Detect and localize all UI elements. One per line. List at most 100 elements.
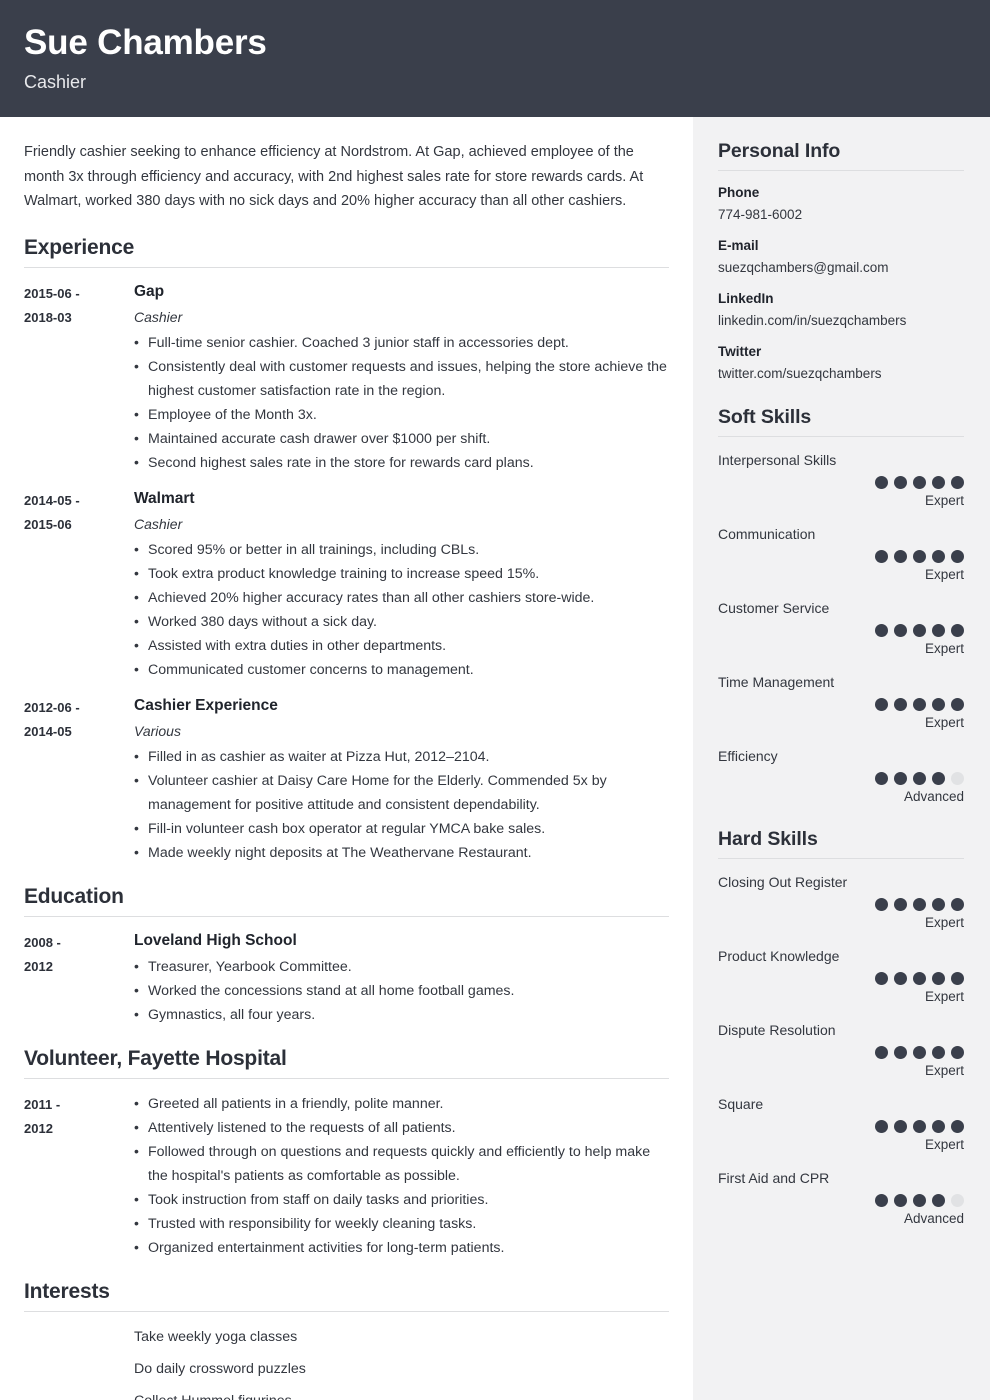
bullet-item: Greeted all patients in a friendly, poli… <box>134 1091 669 1116</box>
skill-item: Dispute Resolution Expert <box>718 1019 964 1080</box>
bullet-item: Filled in as cashier as waiter at Pizza … <box>134 744 669 769</box>
entry-date-from: 2014-05 - <box>24 492 80 508</box>
bullet-item: Attentively listened to the requests of … <box>134 1115 669 1140</box>
section-heading-experience: Experience <box>24 236 669 268</box>
rating-dot-filled-icon <box>913 972 926 985</box>
skill-name: Efficiency <box>718 748 778 764</box>
entry-row: 2014-05 - 2015-06 Walmart Cashier Scored 95%… <box>24 488 669 682</box>
section-heading-hard-skills: Hard Skills <box>718 828 964 859</box>
rating-dot-filled-icon <box>875 1194 888 1207</box>
skill-rating-dots <box>718 1046 964 1059</box>
rating-dot-filled-icon <box>875 972 888 985</box>
skill-item: Efficiency Advanced <box>718 745 964 806</box>
soft-skills-items: Interpersonal Skills Expert Communication E… <box>718 449 964 806</box>
entry-body: Cashier Experience Various Filled in as ca… <box>134 695 669 865</box>
rating-dot-filled-icon <box>951 1046 964 1059</box>
candidate-name: Sue Chambers <box>24 23 267 62</box>
entry-role: Cashier <box>134 515 183 532</box>
entry-dates: 2015-06 - 2018-03 <box>24 281 134 330</box>
entry-organization: Gap <box>134 282 165 300</box>
personal-info-item: E-mail suezqchambers@gmail.com <box>718 236 964 278</box>
rating-dot-filled-icon <box>932 550 945 563</box>
entry-organization: Cashier Experience <box>134 696 278 714</box>
entry-row: 2008 - 2012 Loveland High School Treasurer,… <box>24 930 669 1027</box>
rating-dot-filled-icon <box>951 476 964 489</box>
entry-role: Cashier <box>134 308 183 325</box>
section-experience: Experience 2015-06 - 2018-03 Gap Cashier Ful… <box>24 236 669 865</box>
skill-level-label: Expert <box>924 915 964 930</box>
personal-info-label: Phone <box>718 185 760 200</box>
rating-dot-filled-icon <box>913 476 926 489</box>
bullet-item: Scored 95% or better in all trainings, i… <box>134 537 669 562</box>
skill-name: Communication <box>718 526 816 542</box>
bullet-item: Took extra product knowledge training to… <box>134 561 669 586</box>
section-hard-skills: Hard Skills Closing Out Register Expert Pr… <box>718 828 964 1228</box>
rating-dot-empty-icon <box>951 772 964 785</box>
entry-date-to: 2012 <box>24 958 53 974</box>
skill-rating-dots <box>718 972 964 985</box>
personal-info-label: LinkedIn <box>718 291 774 306</box>
skill-item: First Aid and CPR Advanced <box>718 1167 964 1228</box>
personal-info-item: Twitter twitter.com/suezqchambers <box>718 342 964 384</box>
skill-name: Dispute Resolution <box>718 1022 836 1038</box>
entry-bullets: Scored 95% or better in all trainings, i… <box>134 537 669 682</box>
rating-dot-filled-icon <box>913 698 926 711</box>
rating-dot-filled-icon <box>913 624 926 637</box>
entry-date-to: 2012 <box>24 1120 53 1136</box>
skill-level-label: Advanced <box>903 789 964 804</box>
resume-page: Sue Chambers Cashier Friendly cashier se… <box>0 0 990 1400</box>
bullet-item: Followed through on questions and reques… <box>134 1139 669 1188</box>
candidate-job-title: Cashier <box>24 72 87 92</box>
personal-info-item: LinkedIn linkedin.com/in/suezqchambers <box>718 289 964 331</box>
entry-bullets: Greeted all patients in a friendly, poli… <box>134 1091 669 1260</box>
bullet-item: Volunteer cashier at Daisy Care Home for… <box>134 768 669 817</box>
skill-level-label: Expert <box>924 567 964 582</box>
bullet-item: Full-time senior cashier. Coached 3 juni… <box>134 330 669 355</box>
interest-item: Take weekly yoga classes <box>134 1328 298 1345</box>
skill-level-label: Expert <box>924 1063 964 1078</box>
section-soft-skills: Soft Skills Interpersonal Skills Expert Co… <box>718 406 964 806</box>
experience-entries: 2015-06 - 2018-03 Gap Cashier Full-time seni… <box>24 281 669 865</box>
skill-rating-dots <box>718 898 964 911</box>
entry-body: Greeted all patients in a friendly, poli… <box>134 1091 669 1260</box>
skill-level-label: Expert <box>924 641 964 656</box>
rating-dot-empty-icon <box>951 1194 964 1207</box>
skill-item: Customer Service Expert <box>718 597 964 658</box>
section-heading-soft-skills: Soft Skills <box>718 406 964 437</box>
skill-level-label: Expert <box>924 715 964 730</box>
entry-bullets: Filled in as cashier as waiter at Pizza … <box>134 744 669 865</box>
skill-name: Closing Out Register <box>718 874 848 890</box>
entry-dates: 2014-05 - 2015-06 <box>24 488 134 537</box>
entry-date-to: 2014-05 <box>24 723 72 739</box>
rating-dot-filled-icon <box>913 1120 926 1133</box>
resume-body: Friendly cashier seeking to enhance effi… <box>0 117 990 1400</box>
rating-dot-filled-icon <box>932 1194 945 1207</box>
rating-dot-filled-icon <box>951 1120 964 1133</box>
rating-dot-filled-icon <box>894 1046 907 1059</box>
section-heading-personal-info: Personal Info <box>718 140 964 171</box>
bullet-item: Assisted with extra duties in other depa… <box>134 633 669 658</box>
volunteer-entries: 2011 - 2012 Greeted all patients in a frie… <box>24 1091 669 1260</box>
skill-name: Product Knowledge <box>718 948 840 964</box>
interest-item: Collect Hummel figurines <box>134 1389 669 1400</box>
entry-date-from: 2012-06 - <box>24 699 80 715</box>
bullet-item: Achieved 20% higher accuracy rates than … <box>134 585 669 610</box>
rating-dot-filled-icon <box>894 550 907 563</box>
skill-item: Communication Expert <box>718 523 964 584</box>
bullet-item: Employee of the Month 3x. <box>134 402 669 427</box>
skill-rating-dots <box>718 772 964 785</box>
bullet-item: Worked the concessions stand at all home… <box>134 978 669 1003</box>
rating-dot-filled-icon <box>894 476 907 489</box>
skill-level-label: Expert <box>924 989 964 1004</box>
skill-level-label: Expert <box>924 493 964 508</box>
personal-info-value: 774-981-6002 <box>718 207 803 222</box>
skill-level-label: Advanced <box>903 1211 964 1226</box>
rating-dot-filled-icon <box>913 898 926 911</box>
skill-name: First Aid and CPR <box>718 1170 830 1186</box>
skill-name: Square <box>718 1096 764 1112</box>
resume-header: Sue Chambers Cashier <box>0 0 990 117</box>
bullet-item: Maintained accurate cash drawer over $10… <box>134 426 669 451</box>
section-interests: Interests Take weekly yoga classes Do dai… <box>24 1280 669 1400</box>
rating-dot-filled-icon <box>932 772 945 785</box>
bullet-item: Made weekly night deposits at The Weathe… <box>134 840 669 865</box>
